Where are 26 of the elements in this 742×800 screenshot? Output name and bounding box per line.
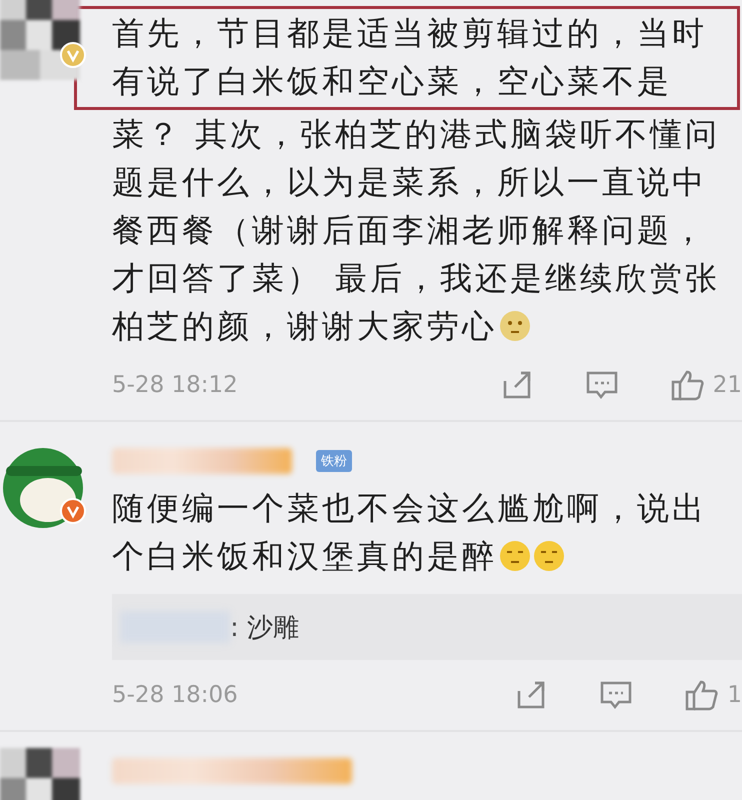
share-icon	[515, 679, 548, 711]
fan-badge: 铁粉	[316, 450, 352, 472]
reply-text: : 沙雕	[230, 612, 300, 644]
comment-text: 个白米饭和汉堡真的是醉	[112, 536, 497, 577]
share-button[interactable]	[515, 679, 548, 711]
thumbs-up-icon	[670, 369, 705, 401]
timestamp: 5-28 18:12	[112, 372, 239, 398]
comment-text: 餐西餐（谢谢后面李湘老师解释问题，	[112, 210, 707, 251]
like-button[interactable]: 1	[685, 679, 742, 711]
comment-text: 柏芝的颜，谢谢大家劳心	[112, 306, 497, 347]
comment-text: 题是什么，以为是菜系，所以一直说中	[112, 162, 707, 203]
emoji-icon	[499, 310, 531, 342]
thumbs-up-icon	[685, 679, 720, 711]
comment-text: 首先，节目都是适当被剪辑过的，当时	[112, 13, 707, 54]
comment-text: 才回答了菜） 最后，我还是继续欣赏张	[112, 258, 720, 299]
comment-text: 菜？ 其次，张柏芝的港式脑袋听不懂问	[112, 114, 720, 155]
timestamp: 5-28 18:06	[112, 682, 239, 708]
comment-icon	[599, 680, 634, 710]
comment-text: 随便编一个菜也不会这么尴尬啊，说出	[112, 488, 707, 529]
emoji-icon	[533, 540, 565, 572]
like-button[interactable]: 21	[670, 369, 742, 401]
comment-button[interactable]	[599, 680, 634, 710]
emoji-icon	[499, 540, 531, 572]
comment-text: 有说了白米饭和空心菜，空心菜不是	[112, 61, 672, 102]
comment-icon	[584, 370, 619, 400]
comment-button[interactable]	[584, 370, 619, 400]
